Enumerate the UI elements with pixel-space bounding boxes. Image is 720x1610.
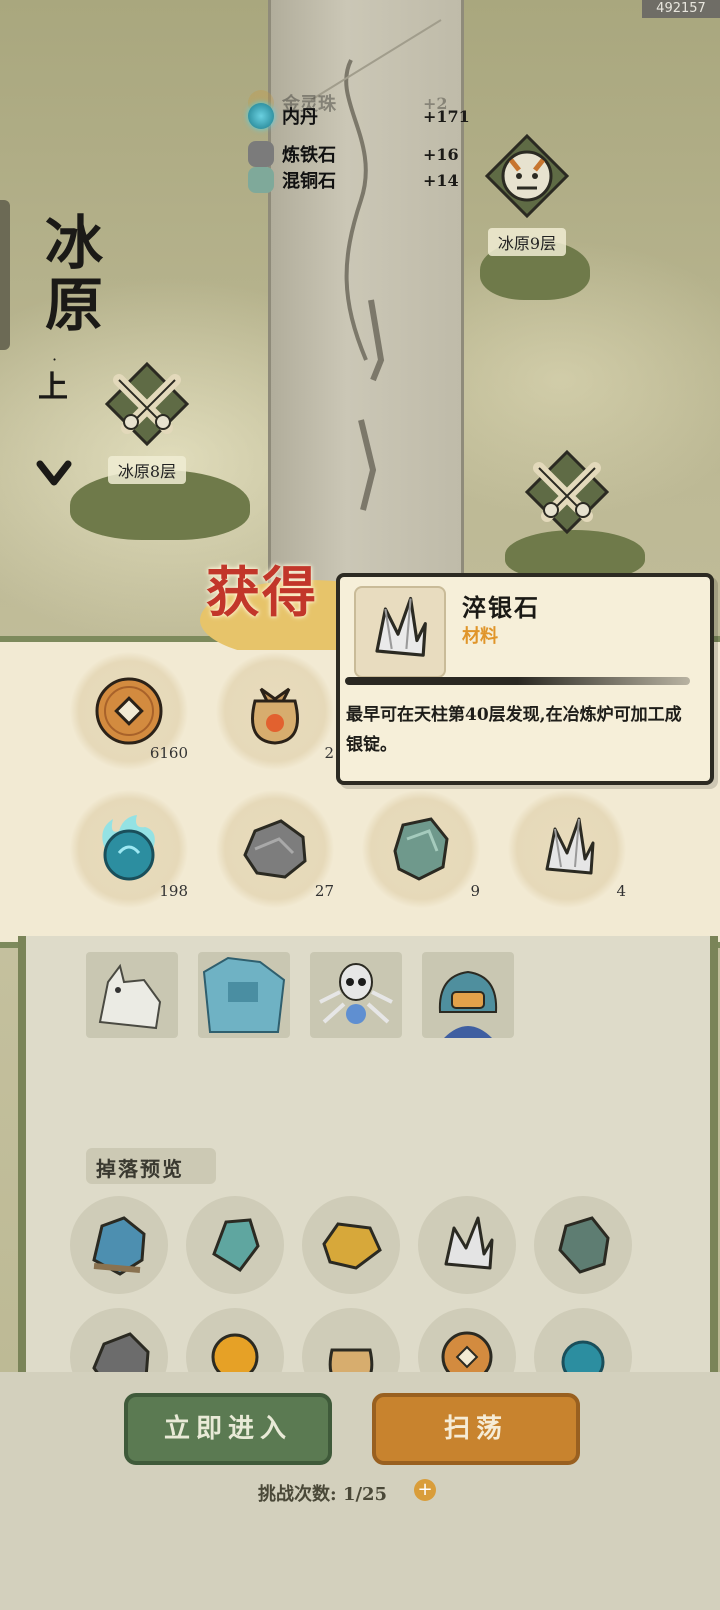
enter-now-button[interactable]: 立即进入 bbox=[124, 1393, 332, 1465]
tooltip-item-name: 淬银石 bbox=[462, 593, 540, 622]
log-item-amount: +171 bbox=[423, 106, 470, 126]
crossed-swords-icon bbox=[104, 361, 190, 447]
ice-golem-icon bbox=[202, 956, 286, 1033]
zone-name: 冰原 bbox=[35, 212, 103, 336]
item-count: 27 bbox=[314, 882, 334, 900]
spirit-orb-icon bbox=[248, 103, 274, 129]
enemy-portrait-boss[interactable] bbox=[422, 952, 514, 1038]
tooltip-divider bbox=[345, 677, 690, 685]
copper-coin-icon bbox=[441, 1331, 493, 1372]
item-count: 6160 bbox=[149, 744, 188, 762]
drop-item[interactable] bbox=[418, 1308, 516, 1372]
log-item-amount: +14 bbox=[423, 170, 459, 190]
crossed-swords-icon bbox=[524, 449, 610, 535]
drop-item[interactable] bbox=[302, 1308, 400, 1372]
reward-item-iron[interactable]: 27 bbox=[216, 790, 334, 908]
copper-ore-icon bbox=[558, 1216, 610, 1274]
tooltip-item-frame bbox=[354, 586, 446, 678]
boss-head-icon bbox=[484, 133, 570, 219]
iron-ore-icon bbox=[92, 1332, 150, 1372]
log-item-name: 内丹 bbox=[282, 107, 318, 128]
item-count: 2 bbox=[324, 744, 334, 762]
drop-item[interactable] bbox=[418, 1196, 516, 1294]
ice-crystal-ore-icon bbox=[92, 1216, 146, 1276]
item-count: 198 bbox=[159, 882, 188, 900]
log-item-name: 炼铁石 bbox=[282, 145, 336, 166]
add-attempts-button[interactable]: + bbox=[414, 1479, 436, 1501]
enemy-portrait-ice-golem[interactable] bbox=[198, 952, 290, 1038]
challenge-label: 挑战次数: bbox=[258, 1484, 337, 1505]
stage-label: 冰原8层 bbox=[107, 456, 187, 484]
challenge-value: 1/25 bbox=[342, 1484, 388, 1505]
stage-node-10[interactable] bbox=[502, 448, 632, 540]
log-row-iron: 炼铁石 +16 bbox=[248, 141, 468, 167]
item-count: 4 bbox=[616, 882, 626, 900]
drop-item[interactable] bbox=[70, 1308, 168, 1372]
ice-spider-icon bbox=[319, 963, 393, 1024]
boss-demon-icon bbox=[438, 970, 498, 1038]
drop-preview-grid bbox=[30, 1190, 690, 1372]
reward-item-bag[interactable]: 2 bbox=[216, 652, 334, 770]
copper-ore-icon bbox=[393, 817, 449, 881]
sweep-button[interactable]: 扫荡 bbox=[372, 1393, 580, 1465]
zone-subtitle: 上 bbox=[38, 370, 68, 405]
stage-node-9[interactable]: 冰原9层 bbox=[462, 132, 592, 256]
challenge-count: 挑战次数: 1/25 bbox=[258, 1480, 387, 1506]
drop-item[interactable] bbox=[186, 1308, 284, 1372]
silver-ore-icon bbox=[444, 1216, 494, 1270]
spice-bag-icon bbox=[328, 1348, 374, 1372]
white-wolf-icon bbox=[98, 963, 162, 1030]
copper-coin-icon bbox=[95, 677, 163, 745]
drop-preview-title: 掉落预览 bbox=[96, 1157, 184, 1181]
log-item-amount: +16 bbox=[423, 144, 459, 164]
reward-banner-title: 获得 bbox=[206, 560, 318, 624]
jade-ore-icon bbox=[212, 1218, 260, 1272]
build-id: 492157 bbox=[642, 0, 720, 18]
drop-item[interactable] bbox=[70, 1196, 168, 1294]
drop-item[interactable] bbox=[186, 1196, 284, 1294]
stage-node-8[interactable]: 冰原8层 bbox=[82, 360, 212, 484]
drop-item[interactable] bbox=[534, 1196, 632, 1294]
log-row-copper: 混铜石 +14 bbox=[248, 167, 468, 193]
silver-ore-icon bbox=[545, 817, 595, 875]
iron-ore-icon bbox=[248, 141, 274, 167]
silver-ore-icon bbox=[375, 596, 427, 657]
copper-ore-icon bbox=[248, 167, 274, 193]
gold-orb-icon bbox=[211, 1333, 259, 1372]
tooltip-item-type: 材料 bbox=[462, 626, 498, 647]
reward-item-coin[interactable]: 6160 bbox=[70, 652, 188, 770]
log-row-neidan: 内丹 +171 bbox=[248, 103, 470, 129]
iron-ore-icon bbox=[243, 819, 307, 879]
log-item-name: 混铜石 bbox=[282, 171, 336, 192]
spirit-orb-icon bbox=[102, 815, 155, 881]
gold-ore-icon bbox=[322, 1222, 382, 1270]
reward-item-orb[interactable]: 198 bbox=[70, 790, 188, 908]
spirit-orb-icon bbox=[561, 1340, 605, 1372]
chevron-down-icon[interactable] bbox=[34, 452, 74, 492]
drop-item[interactable] bbox=[534, 1308, 632, 1372]
side-drawer-handle[interactable] bbox=[0, 200, 10, 350]
item-count: 9 bbox=[470, 882, 480, 900]
stage-label: 冰原9层 bbox=[487, 228, 567, 256]
enemy-portrait-wolf[interactable] bbox=[86, 952, 178, 1038]
reward-item-silver[interactable]: 4 bbox=[508, 790, 626, 908]
spice-bag-icon bbox=[251, 687, 299, 745]
enemy-portrait-spider[interactable] bbox=[310, 952, 402, 1038]
reward-item-copper[interactable]: 9 bbox=[362, 790, 480, 908]
drop-item[interactable] bbox=[302, 1196, 400, 1294]
tooltip-description: 最早可在天柱第40层发现,在冶炼炉可加工成银锭。 bbox=[346, 705, 682, 755]
